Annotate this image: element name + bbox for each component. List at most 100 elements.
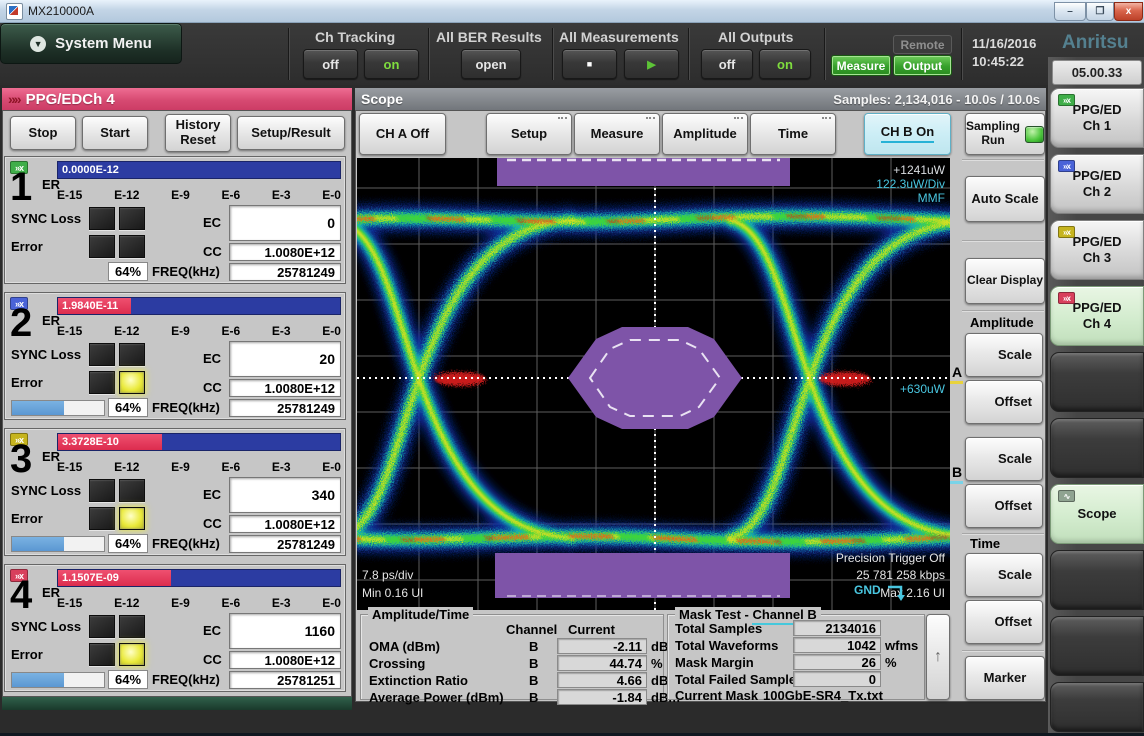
oma-label: OMA (dBm) (369, 639, 440, 654)
app-icon (6, 3, 23, 20)
auto-scale-button[interactable]: Auto Scale (965, 176, 1045, 222)
output-indicator[interactable]: Output (893, 55, 952, 76)
tab-label: PPG/ED Ch 4 (1072, 300, 1121, 333)
ec-field: 1160 (229, 613, 341, 649)
total-failed-samples-value: 0 (793, 671, 881, 687)
amplitude-scale-a-button[interactable]: Scale (965, 333, 1043, 377)
channel-2-tab-icon: »x (1058, 160, 1075, 172)
crossing-channel: B (529, 656, 538, 671)
sampling-run-button[interactable]: Sampling Run (965, 113, 1045, 155)
stop-button[interactable]: Stop (10, 116, 76, 150)
error-label: Error (11, 511, 43, 526)
bitrate-annotation: 25 781 258 kbps (856, 568, 945, 582)
cc-field: 1.0080E+12 (229, 515, 341, 533)
er-scale-tick: E-6 (222, 596, 241, 610)
channel-chevrons-icon: »» (8, 91, 20, 107)
history-reset-button[interactable]: History Reset (165, 114, 231, 152)
sync-loss-indicator (89, 207, 115, 230)
scroll-up-button[interactable]: ↑ (926, 614, 950, 700)
er-scale-tick: E-9 (171, 188, 190, 202)
ec-label: EC (203, 351, 221, 366)
tab-scope[interactable]: ∿ Scope (1050, 484, 1144, 544)
sync-loss-indicator (89, 479, 115, 502)
error-indicator (89, 643, 115, 666)
er-scale-tick: E-15 (57, 324, 82, 338)
amplitude-offset-b-button[interactable]: Offset (965, 484, 1043, 528)
mask-bottom (495, 553, 790, 598)
chevron-down-icon: ▼ (30, 36, 46, 52)
ch-a-toggle-button[interactable]: CH A Off (359, 113, 446, 155)
scope-header: Scope Samples: 2,134,016 - 10.0s / 10.0s (355, 88, 1046, 110)
marker-button[interactable]: Marker (965, 656, 1045, 700)
scope-tab-icon: ∿ (1058, 490, 1075, 502)
scope-setup-button[interactable]: Setup (486, 113, 572, 155)
time-div-annotation: 7.8 ps/div (362, 568, 413, 582)
divider (962, 650, 1044, 651)
all-measurements-stop-button[interactable]: ■ (562, 49, 617, 79)
tab-empty (1050, 418, 1144, 478)
error-label: Error (11, 375, 43, 390)
tab-ppg-ed-ch4[interactable]: »x PPG/ED Ch 4 (1050, 286, 1144, 346)
er-scale-tick: E-0 (322, 188, 341, 202)
measure-indicator[interactable]: Measure (831, 55, 891, 76)
gating-progress-fill (12, 673, 64, 687)
all-ber-open-button[interactable]: open (461, 49, 521, 79)
close-button[interactable]: x (1114, 2, 1143, 21)
time-offset-button[interactable]: Offset (965, 600, 1043, 644)
error-label: Error (11, 239, 43, 254)
version-display: 05.00.33 (1052, 60, 1142, 85)
gating-percent: 64% (108, 670, 148, 689)
top-toolbar: ▼ System Menu Ch Tracking off on All BER… (0, 23, 1144, 85)
ch-tracking-on-button[interactable]: on (364, 49, 419, 79)
tab-label: PPG/ED Ch 3 (1072, 234, 1121, 267)
gating-percent: 64% (108, 262, 148, 281)
oma-channel: B (529, 639, 538, 654)
extinction-ratio-channel: B (529, 673, 538, 688)
tab-ppg-ed-ch1[interactable]: »x PPG/ED Ch 1 (1050, 88, 1144, 148)
scope-amplitude-button[interactable]: Amplitude (662, 113, 748, 155)
er-value: 1.9840E-11 (62, 300, 118, 312)
time-scale-button[interactable]: Scale (965, 553, 1043, 597)
gating-progress-fill (12, 537, 64, 551)
scope-time-button[interactable]: Time (750, 113, 836, 155)
gnd-annotation: GND (854, 583, 881, 597)
mask-test-group: Mask Test - Channel B Total Samples 2134… (667, 614, 925, 700)
minimize-button[interactable]: – (1054, 2, 1086, 21)
total-samples-label: Total Samples (675, 621, 762, 636)
toolbar-separator (428, 28, 430, 80)
er-scale-tick: E-15 (57, 188, 82, 202)
scope-measure-button[interactable]: Measure (574, 113, 660, 155)
channel-a-color-mark (950, 381, 963, 384)
toolbar-separator (688, 28, 690, 80)
extinction-ratio-value: 4.66 (557, 672, 647, 688)
system-menu-button[interactable]: ▼ System Menu (0, 23, 182, 64)
maximize-button[interactable]: ❐ (1086, 2, 1114, 21)
gating-progress-bar (11, 536, 105, 552)
channel-number: 2 (10, 303, 32, 343)
channel-1-tab-icon: »x (1058, 94, 1075, 106)
all-measurements-start-button[interactable]: ▶ (624, 49, 679, 79)
amplitude-offset-a-button[interactable]: Offset (965, 380, 1043, 424)
mask-margin-label: Mask Margin (675, 655, 754, 670)
setup-result-button[interactable]: Setup/Result (237, 116, 345, 150)
channel-4-tab-icon: »x (1058, 292, 1075, 304)
current-mask-value: 100GbE-SR4_Tx.txt (763, 688, 883, 703)
tab-label: Scope (1077, 506, 1116, 522)
amplitude-scale-b-button[interactable]: Scale (965, 437, 1043, 481)
all-outputs-off-button[interactable]: off (701, 49, 753, 79)
ch-b-toggle-button[interactable]: CH B On (864, 113, 951, 155)
er-gauge: 1.9840E-11 (57, 297, 341, 315)
ch-tracking-off-button[interactable]: off (303, 49, 358, 79)
tab-ppg-ed-ch2[interactable]: »x PPG/ED Ch 2 (1050, 154, 1144, 214)
average-power-label: Average Power (dBm) (369, 690, 504, 705)
ec-label: EC (203, 487, 221, 502)
all-outputs-on-button[interactable]: on (759, 49, 811, 79)
clear-display-button[interactable]: Clear Display (965, 258, 1045, 304)
tab-ppg-ed-ch3[interactable]: »x PPG/ED Ch 3 (1050, 220, 1144, 280)
start-button[interactable]: Start (82, 116, 148, 150)
mask-top (497, 158, 790, 186)
left-panel-title: PPG/EDCh 4 (26, 91, 115, 108)
divider (962, 533, 1044, 534)
total-failed-samples-label: Total Failed Samples (675, 672, 803, 687)
mask-center (568, 327, 742, 429)
